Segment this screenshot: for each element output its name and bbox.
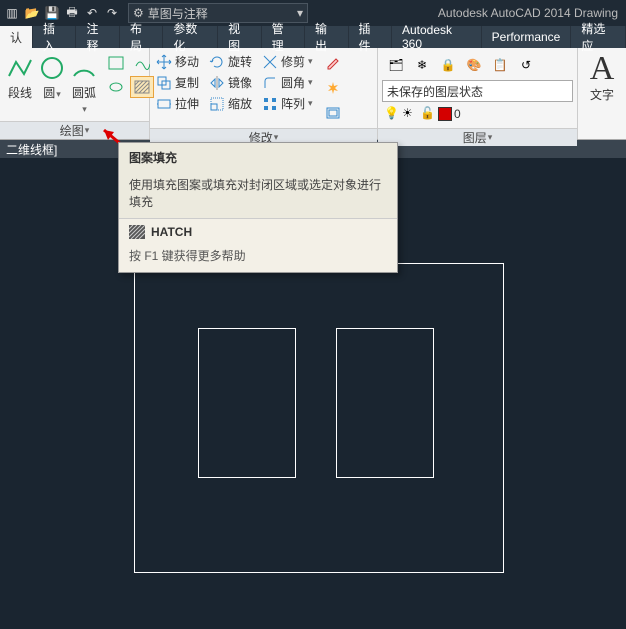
layer-prev-icon[interactable]: ↺ xyxy=(514,54,538,76)
drawing-rect-left xyxy=(198,328,296,478)
tab-view[interactable]: 视图 xyxy=(218,26,261,48)
layer-match-icon[interactable]: 🎨 xyxy=(462,54,486,76)
workspace-label: 草图与注释 xyxy=(148,5,208,22)
sun-icon[interactable]: ☀ xyxy=(402,106,418,122)
text-label: 文字 xyxy=(590,86,614,103)
layer-iso-icon[interactable]: ❄ xyxy=(410,54,434,76)
tab-parametric[interactable]: 参数化 xyxy=(163,26,218,48)
qat-open-icon[interactable]: 📂 xyxy=(24,5,40,21)
circle-button[interactable]: 圆 xyxy=(36,52,68,103)
explode-icon[interactable] xyxy=(321,77,345,99)
mirror-button[interactable]: 镜像 xyxy=(207,73,254,92)
quick-access-toolbar: ▥ 📂 💾 🖶 ↶ ↷ xyxy=(4,5,120,21)
qat-print-icon[interactable]: 🖶 xyxy=(64,5,80,21)
tab-output[interactable]: 输出 xyxy=(305,26,348,48)
rotate-button[interactable]: 旋转 xyxy=(207,52,254,71)
qat-save-icon[interactable]: 💾 xyxy=(44,5,60,21)
layer-prop-icon[interactable]: 🗂 xyxy=(384,54,408,76)
tab-annotate[interactable]: 注释 xyxy=(76,26,119,48)
tab-a360[interactable]: Autodesk 360 xyxy=(392,26,482,48)
move-button[interactable]: 移动 xyxy=(154,52,201,71)
panel-modify: 移动 复制 拉伸 旋转 镜像 缩放 修剪▾ 圆角▾ 阵列▾ 修改 xyxy=(150,48,378,139)
rectangle-icon[interactable] xyxy=(104,52,128,74)
erase-icon[interactable] xyxy=(321,52,345,74)
arc-button[interactable]: 圆弧 xyxy=(68,52,100,117)
layer-current-name: 0 xyxy=(454,107,461,121)
layer-state-dropdown[interactable]: 未保存的图层状态 xyxy=(382,80,573,102)
tooltip-help: 按 F1 键获得更多帮助 xyxy=(119,245,397,272)
fillet-button[interactable]: 圆角▾ xyxy=(260,73,315,92)
tooltip-title: 图案填充 xyxy=(119,143,397,172)
app-title: Autodesk AutoCAD 2014 Drawing xyxy=(438,6,622,20)
polyline-label: 段线 xyxy=(8,84,32,101)
circle-label: 圆 xyxy=(43,84,61,101)
qat-redo-icon[interactable]: ↷ xyxy=(104,5,120,21)
array-button[interactable]: 阵列▾ xyxy=(260,94,315,113)
panel-draw: 段线 圆 圆弧 绘图 xyxy=(0,48,150,139)
ribbon: 段线 圆 圆弧 绘图 移动 复制 拉伸 xyxy=(0,48,626,140)
drawing-rect-outer xyxy=(134,263,504,573)
drawing-rect-right xyxy=(336,328,434,478)
offset-icon[interactable] xyxy=(321,102,345,124)
tab-insert[interactable]: 插入 xyxy=(33,26,76,48)
tab-layout[interactable]: 布局 xyxy=(120,26,163,48)
gear-icon: ⚙ xyxy=(133,6,144,20)
tab-manage[interactable]: 管理 xyxy=(262,26,305,48)
copy-button[interactable]: 复制 xyxy=(154,73,201,92)
layer-state-label: 未保存的图层状态 xyxy=(387,83,483,100)
arc-label: 圆弧 xyxy=(70,84,98,115)
stretch-button[interactable]: 拉伸 xyxy=(154,94,201,113)
layer-more1-icon[interactable]: 📋 xyxy=(488,54,512,76)
tab-plugins[interactable]: 插件 xyxy=(349,26,392,48)
tab-default[interactable]: 认 xyxy=(0,26,33,48)
tab-performance[interactable]: Performance xyxy=(482,26,572,48)
scale-button[interactable]: 缩放 xyxy=(207,94,254,113)
polyline-button[interactable]: 段线 xyxy=(4,52,36,103)
bulb-on-icon[interactable]: 💡 xyxy=(384,106,400,122)
text-icon[interactable]: A xyxy=(590,52,615,86)
chevron-down-icon: ▾ xyxy=(297,6,303,20)
layer-color-swatch[interactable] xyxy=(438,107,452,121)
tab-featured[interactable]: 精选应 xyxy=(571,26,626,48)
qat-undo-icon[interactable]: ↶ xyxy=(84,5,100,21)
trim-button[interactable]: 修剪▾ xyxy=(260,52,315,71)
panel-annotation: A 文字 xyxy=(578,48,626,139)
panel-layer-title[interactable]: 图层 xyxy=(378,128,577,146)
lock-open-icon[interactable]: 🔓 xyxy=(420,106,436,122)
tooltip-desc: 使用填充图案或填充对封闭区域或选定对象进行填充 xyxy=(119,172,397,219)
tooltip-command: HATCH xyxy=(119,219,397,245)
tooltip: 图案填充 使用填充图案或填充对封闭区域或选定对象进行填充 HATCH 按 F1 … xyxy=(118,142,398,273)
panel-layer: 🗂 ❄ 🔒 🎨 📋 ↺ 未保存的图层状态 💡 ☀ 🔓 0 图层 xyxy=(378,48,578,139)
ribbon-tabs: 认 插入 注释 布局 参数化 视图 管理 输出 插件 Autodesk 360 … xyxy=(0,26,626,48)
hatch-icon xyxy=(129,225,145,239)
qat-new-icon[interactable]: ▥ xyxy=(4,5,20,21)
panel-draw-title[interactable]: 绘图 xyxy=(0,121,149,139)
layer-lock-icon[interactable]: 🔒 xyxy=(436,54,460,76)
ellipse-icon[interactable] xyxy=(104,76,128,98)
